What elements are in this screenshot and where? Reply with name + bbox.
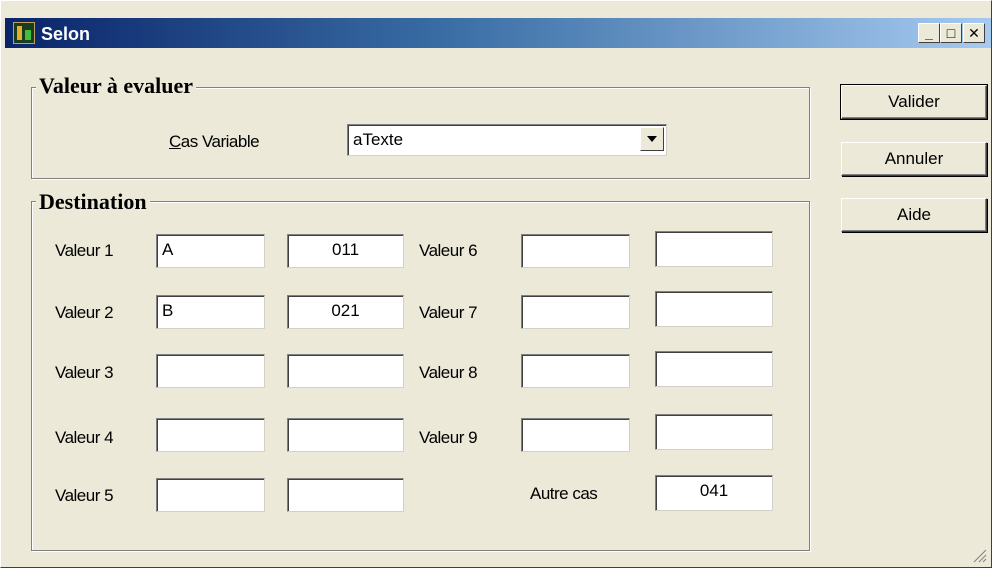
valeur-9-input[interactable] — [521, 418, 630, 452]
destination-legend: Destination — [36, 189, 150, 215]
valeur-label: Valeur 7 — [419, 303, 478, 322]
valeur-3-input[interactable] — [156, 354, 265, 388]
valider-button[interactable]: Valider — [840, 84, 988, 120]
valeur-1-input[interactable]: A — [156, 234, 265, 268]
dialog-window: Selon _ □ ✕ Valeur à evaluer Cas Variabl… — [0, 0, 992, 568]
autre-cas-label: Autre cas — [530, 484, 598, 503]
valeur-7-input[interactable] — [521, 295, 630, 329]
valeur-8-input[interactable] — [521, 354, 630, 388]
valeur-8-code-input[interactable] — [655, 351, 773, 387]
valeur-6-code-input[interactable] — [655, 231, 773, 267]
valeur-label: Valeur 8 — [419, 363, 478, 382]
valeur-label: Valeur 6 — [419, 241, 478, 260]
valeur-4-input[interactable] — [156, 418, 265, 452]
valeur-2-input[interactable]: B — [156, 295, 265, 329]
valeur-label: Valeur 5 — [55, 486, 114, 505]
valeur-4-code-input[interactable] — [287, 418, 404, 452]
resize-grip-icon[interactable] — [971, 547, 987, 563]
close-button[interactable]: ✕ — [963, 23, 985, 43]
valeur-label: Valeur 2 — [55, 303, 114, 322]
chevron-down-icon[interactable] — [640, 127, 664, 151]
evaluate-legend: Valeur à evaluer — [36, 73, 196, 99]
cas-variable-value: aTexte — [353, 130, 404, 149]
app-icon — [13, 22, 35, 44]
valeur-5-code-input[interactable] — [287, 478, 404, 512]
valeur-label: Valeur 9 — [419, 428, 478, 447]
valeur-label: Valeur 3 — [55, 363, 114, 382]
valeur-5-input[interactable] — [156, 478, 265, 512]
window-title: Selon — [41, 24, 91, 44]
valeur-9-code-input[interactable] — [655, 414, 773, 450]
valeur-7-code-input[interactable] — [655, 291, 773, 327]
minimize-button[interactable]: _ — [918, 23, 940, 43]
valeur-label: Valeur 4 — [55, 428, 114, 447]
annuler-button[interactable]: Annuler — [841, 142, 987, 176]
maximize-button[interactable]: □ — [940, 23, 962, 43]
title-bar[interactable] — [5, 18, 991, 48]
valeur-2-code-input[interactable]: 021 — [287, 295, 404, 329]
cas-variable-combobox[interactable]: aTexte — [347, 124, 667, 156]
valeur-1-code-input[interactable]: 011 — [287, 234, 404, 268]
valeur-3-code-input[interactable] — [287, 354, 404, 388]
autre-cas-code-input[interactable]: 041 — [655, 475, 773, 511]
cas-variable-label: Cas Variable — [169, 132, 260, 151]
valeur-6-input[interactable] — [521, 234, 630, 268]
aide-button[interactable]: Aide — [841, 198, 987, 232]
valeur-label: Valeur 1 — [55, 241, 114, 260]
